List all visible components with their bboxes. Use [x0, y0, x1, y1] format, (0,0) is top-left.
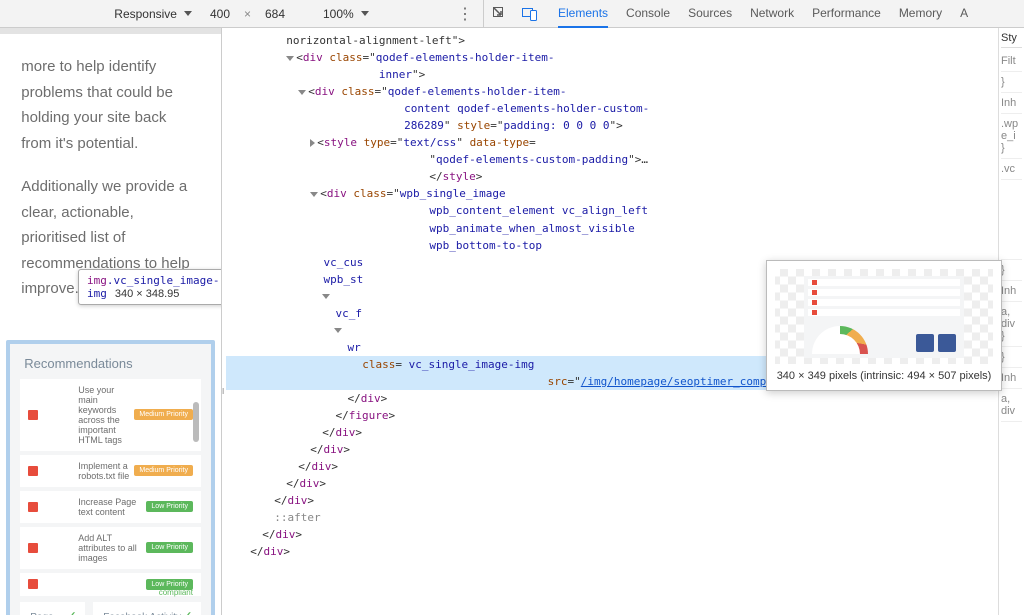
tab-performance[interactable]: Performance [812, 0, 881, 28]
reco-heading: Recommendations [24, 356, 201, 371]
page-paragraph: more to help identify problems that coul… [21, 54, 200, 156]
reco-row: Add ALT attributes to all imagesLow Prio… [20, 527, 201, 569]
chevron-down-icon [361, 11, 369, 16]
device-viewport: more to help identify problems that coul… [0, 28, 221, 615]
tab-console[interactable]: Console [626, 0, 670, 28]
more-options-icon[interactable]: ⋮ [457, 4, 473, 24]
image-hover-preview: 340 × 349 pixels (intrinsic: 494 × 507 p… [766, 260, 1002, 391]
reco-row: Increase Page text contentLow Priority [20, 491, 201, 523]
elements-panel: ⋯ norizontal-alignment-left"> <div class… [221, 28, 1024, 615]
facebook-card: ✓ compliant Facebook Activity You have a… [93, 602, 201, 615]
inspect-icon[interactable] [492, 6, 508, 22]
reco-row: Implement a robots.txt fileMedium Priori… [20, 455, 201, 487]
height-input[interactable]: 684 [257, 7, 293, 21]
pane-resize-handle[interactable]: ⋯ [217, 388, 228, 393]
scrollbar[interactable] [173, 398, 221, 446]
zoom-selector[interactable]: 100% [323, 7, 369, 21]
panel-tabs: Elements Console Sources Network Perform… [558, 0, 968, 28]
device-toolbar: Responsive 400 × 684 100% ⋮ [0, 7, 483, 21]
device-mode-icon[interactable] [522, 6, 538, 22]
device-selector[interactable]: Responsive [114, 7, 192, 21]
tab-more[interactable]: A [960, 0, 968, 28]
width-input[interactable]: 400 [202, 7, 238, 21]
check-icon: ✓ [66, 608, 78, 615]
dimension-x: × [244, 7, 251, 21]
check-icon: ✓ [181, 608, 193, 615]
devtools-tabbar: Elements Console Sources Network Perform… [483, 0, 1024, 28]
tab-memory[interactable]: Memory [899, 0, 942, 28]
element-tooltip: img.vc_single_image-img340 × 348.95 [78, 269, 221, 305]
rendered-page[interactable]: more to help identify problems that coul… [0, 34, 221, 615]
tab-sources[interactable]: Sources [688, 0, 732, 28]
devtools-toolbar: Responsive 400 × 684 100% ⋮ Elements Con… [0, 0, 1024, 28]
tab-network[interactable]: Network [750, 0, 794, 28]
chevron-down-icon [184, 11, 192, 16]
inspected-image[interactable]: Recommendations Use your main keywords a… [6, 340, 215, 615]
tab-elements[interactable]: Elements [558, 0, 608, 28]
speed-card: ✓ Page Speed Info Your page's server res… [20, 602, 85, 615]
